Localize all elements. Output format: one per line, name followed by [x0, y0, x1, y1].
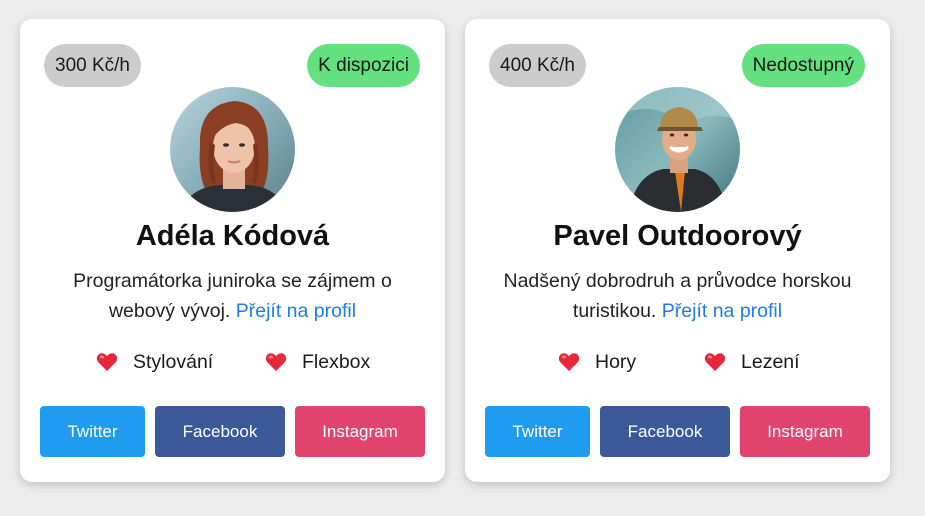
profile-card: 400 Kč/h Nedostupný Pavel Outdoorový Nad…	[465, 19, 890, 482]
interest-item: Flexbox	[265, 347, 370, 377]
profile-bio: Nadšený dobrodruh a průvodce horskou tur…	[493, 266, 862, 326]
price-badge: 300 Kč/h	[44, 44, 141, 87]
profile-card: 300 Kč/h K dispozici Adéla Kódová Progra…	[20, 19, 445, 482]
heart-icon	[558, 352, 580, 372]
interest-label: Stylování	[133, 350, 214, 373]
facebook-button[interactable]: Facebook	[600, 406, 730, 457]
avatar	[170, 87, 295, 212]
interest-item: Lezení	[704, 347, 800, 377]
availability-badge: Nedostupný	[741, 44, 865, 87]
heart-icon	[704, 352, 726, 372]
profile-name: Pavel Outdoorový	[553, 220, 802, 252]
heart-icon	[265, 352, 287, 372]
availability-badge: K dispozici	[307, 44, 420, 87]
man-portrait-icon	[615, 87, 740, 212]
profile-bio: Programátorka juniroka se zájmem o webov…	[48, 266, 417, 326]
price-badge: 400 Kč/h	[489, 44, 586, 87]
profile-cards: 300 Kč/h K dispozici Adéla Kódová Progra…	[0, 0, 925, 516]
profile-name: Adéla Kódová	[135, 220, 330, 252]
facebook-button[interactable]: Facebook	[155, 406, 285, 457]
interest-label: Lezení	[741, 350, 800, 373]
heart-icon	[96, 352, 118, 372]
interest-item: Hory	[558, 347, 636, 377]
instagram-button[interactable]: Instagram	[295, 406, 425, 457]
interest-list: Hory Lezení	[465, 347, 890, 377]
profile-link[interactable]: Přejít na profil	[236, 300, 356, 322]
interest-label: Hory	[595, 350, 637, 373]
instagram-button[interactable]: Instagram	[740, 406, 870, 457]
interest-list: Stylování Flexbox	[20, 347, 445, 377]
avatar	[615, 87, 740, 212]
twitter-button[interactable]: Twitter	[40, 406, 145, 457]
interest-label: Flexbox	[302, 350, 371, 373]
twitter-button[interactable]: Twitter	[485, 406, 590, 457]
woman-portrait-icon	[170, 87, 295, 212]
interest-item: Stylování	[96, 347, 213, 377]
profile-link[interactable]: Přejít na profil	[662, 300, 782, 322]
